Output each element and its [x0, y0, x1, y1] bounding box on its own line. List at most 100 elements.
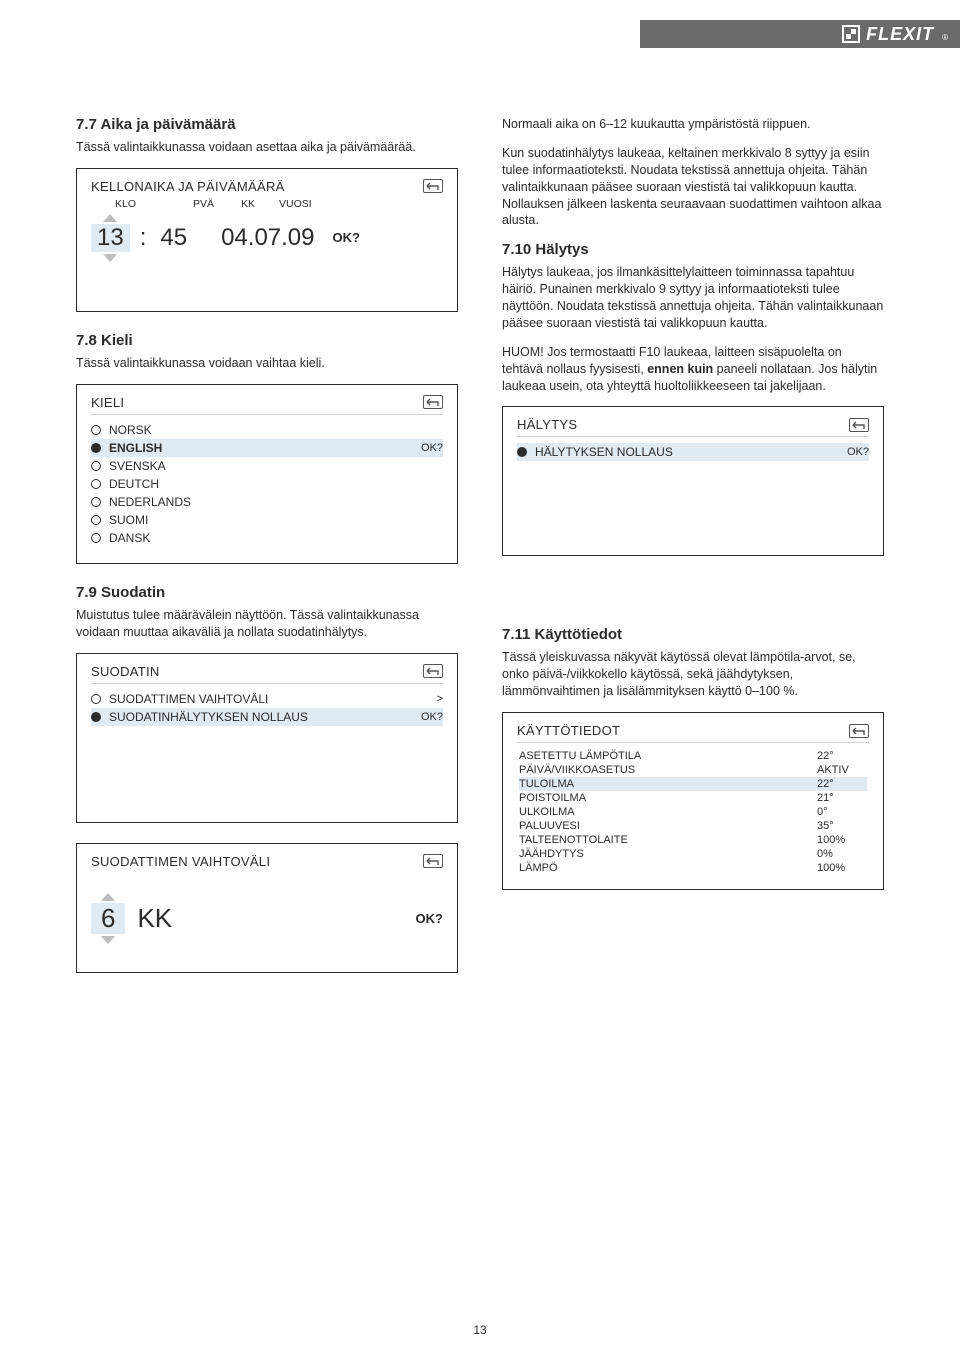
- usage-row: PÄIVÄ/VIIKKOASETUS AKTIV: [519, 763, 867, 777]
- usage-value: 100%: [817, 862, 867, 874]
- usage-label: ASETETTU LÄMPÖTILA: [519, 750, 641, 762]
- filter-reset-item[interactable]: SUODATINHÄLYTYKSEN NOLLAUS OK?: [91, 708, 443, 726]
- time-colon: :: [138, 224, 149, 252]
- months-value: 6: [91, 903, 125, 934]
- usage-label: JÄÄHDYTYS: [519, 848, 584, 860]
- language-item[interactable]: SUOMI: [91, 511, 443, 529]
- radio-icon: [91, 497, 101, 507]
- back-icon[interactable]: [423, 854, 443, 868]
- radio-icon: [91, 694, 101, 704]
- panel-filter-interval-title: SUODATTIMEN VAIHTOVÄLI: [91, 854, 270, 869]
- usage-row: LÄMPÖ 100%: [519, 861, 867, 875]
- heading-7-10: 7.10 Hälytys: [502, 241, 884, 258]
- ok-button[interactable]: OK?: [416, 911, 443, 926]
- content: 7.7 Aika ja päivämäärä Tässä valintaikku…: [76, 116, 884, 993]
- usage-row: PALUUVESI35°: [519, 819, 867, 833]
- language-item[interactable]: DANSK: [91, 529, 443, 547]
- heading-7-7: 7.7 Aika ja päivämäärä: [76, 116, 458, 133]
- language-item[interactable]: SVENSKA: [91, 457, 443, 475]
- radio-icon: [91, 443, 101, 453]
- page-number: 13: [473, 1323, 486, 1337]
- frag-bold: ennen kuin: [647, 362, 713, 376]
- usage-value: 21°: [817, 792, 867, 804]
- label-pva: PVÄ: [193, 198, 231, 210]
- usage-label: PÄIVÄ/VIIKKOASETUS: [519, 764, 635, 776]
- usage-value: 0%: [817, 848, 867, 860]
- usage-label: TULOILMA: [519, 778, 574, 790]
- back-icon[interactable]: [849, 418, 869, 432]
- heading-7-11: 7.11 Käyttötiedot: [502, 626, 884, 643]
- hour-value: 13: [91, 224, 130, 252]
- alarm-reset-item[interactable]: HÄLYTYKSEN NOLLAUS OK?: [517, 443, 869, 461]
- radio-icon: [91, 425, 101, 435]
- usage-row: JÄÄHDYTYS 0%: [519, 847, 867, 861]
- panel-alarm: HÄLYTYS HÄLYTYKSEN NOLLAUS OK?: [502, 406, 884, 556]
- months-spinner[interactable]: 6: [91, 893, 125, 944]
- hour-spinner[interactable]: 13: [91, 214, 130, 262]
- date-value: 04.07.09: [217, 224, 318, 252]
- panel-alarm-title: HÄLYTYS: [517, 417, 577, 432]
- text-7-9: Muistutus tulee määrävälein näyttöön. Tä…: [76, 607, 458, 641]
- language-label: DANSK: [109, 531, 443, 545]
- arrow-down-icon[interactable]: [101, 936, 115, 944]
- text-7-10a: Hälytys laukeaa, jos ilmankäsittelylaitt…: [502, 264, 884, 332]
- usage-row: ASETETTU LÄMPÖTILA 22°: [519, 749, 867, 763]
- arrow-down-icon[interactable]: [103, 254, 117, 262]
- language-item[interactable]: NORSK: [91, 421, 443, 439]
- radio-icon: [91, 461, 101, 471]
- usage-label: PALUUVESI: [519, 820, 580, 832]
- radio-icon: [91, 479, 101, 489]
- right-para1: Normaali aika on 6–12 kuukautta ympärist…: [502, 116, 884, 133]
- language-item[interactable]: DEUTCH: [91, 475, 443, 493]
- language-item[interactable]: NEDERLANDS: [91, 493, 443, 511]
- radio-filled-icon: [517, 447, 527, 457]
- panel-language: KIELI NORSK ENGLISHOK? SVENSKA DEUTCH NEDERL…: [76, 384, 458, 564]
- filter-interval-item[interactable]: SUODATTIMEN VAIHTOVÄLI >: [91, 690, 443, 708]
- left-column: 7.7 Aika ja päivämäärä Tässä valintaikku…: [76, 116, 458, 993]
- language-label: SUOMI: [109, 513, 443, 527]
- panel-clock-title: KELLONAIKA JA PÄIVÄMÄÄRÄ: [91, 179, 285, 194]
- ok-action: OK?: [847, 446, 869, 458]
- label-kk: KK: [241, 198, 269, 210]
- brand-logo: FLEXIT ®: [842, 24, 948, 45]
- ok-action: OK?: [421, 711, 443, 723]
- back-icon[interactable]: [423, 664, 443, 678]
- label-vuosi: VUOSI: [279, 198, 312, 210]
- panel-filter-title: SUODATIN: [91, 664, 160, 679]
- text-7-11: Tässä yleiskuvassa näkyvät käytössä olev…: [502, 649, 884, 700]
- language-label: NORSK: [109, 423, 443, 437]
- radio-filled-icon: [91, 712, 101, 722]
- flexit-icon: [842, 25, 860, 43]
- panel-language-title: KIELI: [91, 395, 124, 410]
- arrow-up-icon[interactable]: [103, 214, 117, 222]
- usage-label: LÄMPÖ: [519, 862, 558, 874]
- usage-label: POISTOILMA: [519, 792, 586, 804]
- panel-filter-interval: SUODATTIMEN VAIHTOVÄLI 6 KK OK?: [76, 843, 458, 973]
- language-label: SVENSKA: [109, 459, 443, 473]
- usage-value: AKTIV: [817, 764, 867, 776]
- chevron-right-icon: >: [437, 693, 443, 705]
- filter-reset-label: SUODATINHÄLYTYKSEN NOLLAUS: [109, 710, 413, 724]
- brand-dot: ®: [942, 33, 948, 45]
- filter-interval-label: SUODATTIMEN VAIHTOVÄLI: [109, 692, 429, 706]
- arrow-up-icon[interactable]: [101, 893, 115, 901]
- text-7-7: Tässä valintaikkunassa voidaan asettaa a…: [76, 139, 458, 156]
- back-icon[interactable]: [849, 724, 869, 738]
- text-7-8: Tässä valintaikkunassa voidaan vaihtaa k…: [76, 355, 458, 372]
- alarm-reset-label: HÄLYTYKSEN NOLLAUS: [535, 445, 839, 459]
- usage-row: TULOILMA22°: [519, 777, 867, 791]
- radio-icon: [91, 515, 101, 525]
- panel-clock: KELLONAIKA JA PÄIVÄMÄÄRÄ KLO PVÄ KK VUOS…: [76, 168, 458, 312]
- ok-button[interactable]: OK?: [333, 230, 360, 245]
- usage-value: 22°: [817, 750, 867, 762]
- usage-label: TALTEENOTTOLAITE: [519, 834, 628, 846]
- language-label: DEUTCH: [109, 477, 443, 491]
- usage-value: 100%: [817, 834, 867, 846]
- language-item[interactable]: ENGLISHOK?: [91, 439, 443, 457]
- back-icon[interactable]: [423, 179, 443, 193]
- back-icon[interactable]: [423, 395, 443, 409]
- ok-action: OK?: [421, 442, 443, 454]
- months-unit: KK: [137, 903, 172, 934]
- text-7-10b: HUOM! Jos termostaatti F10 laukeaa, lait…: [502, 344, 884, 395]
- radio-icon: [91, 533, 101, 543]
